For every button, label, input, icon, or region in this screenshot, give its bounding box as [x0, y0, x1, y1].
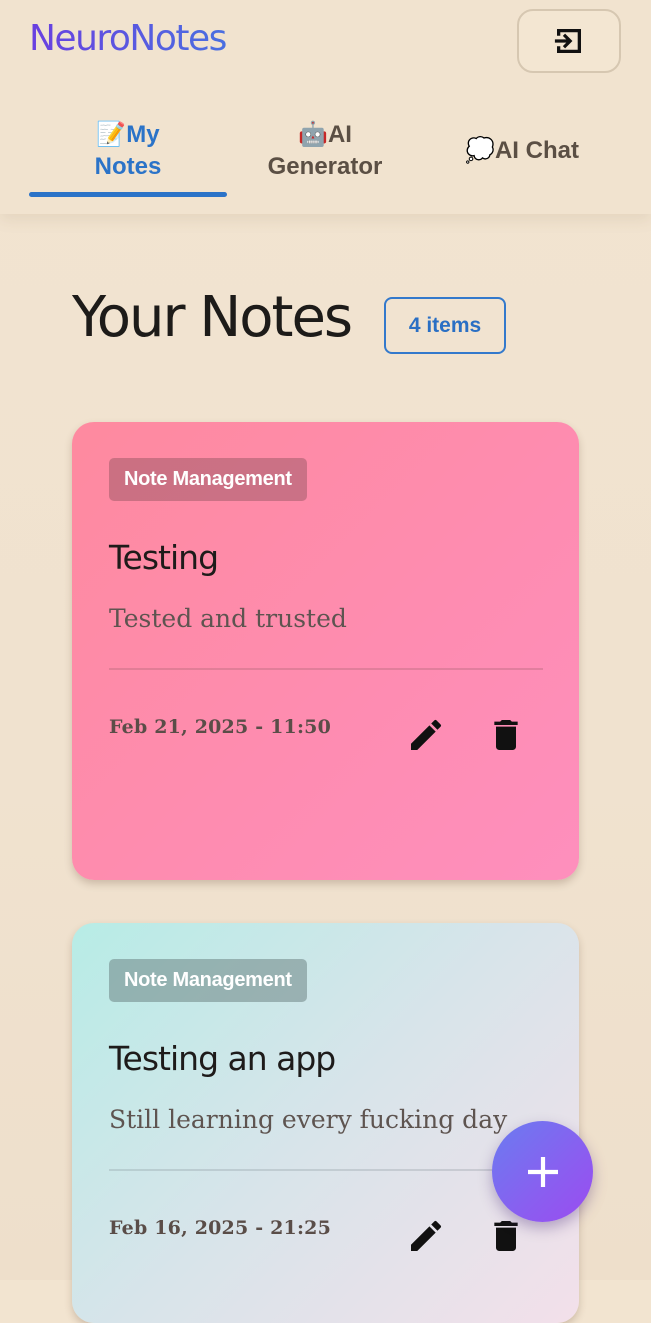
page-title: Your Notes — [72, 285, 353, 350]
logout-icon — [554, 29, 581, 53]
tab-label: My — [126, 121, 160, 148]
tab-ai-generator[interactable]: 🤖AI Generator — [226, 118, 424, 183]
card-divider — [109, 668, 543, 670]
card-divider — [109, 1169, 543, 1171]
tab-label: AI — [327, 121, 352, 148]
app-bar: NeuroNotes 📝My Notes 🤖AI Generator 💭AI C… — [0, 0, 651, 214]
trash-icon — [494, 1221, 518, 1251]
trash-icon — [494, 720, 518, 750]
logout-button[interactable] — [517, 9, 621, 73]
note-timestamp: Feb 21, 2025 - 11:50 — [109, 716, 331, 738]
edit-note-button[interactable] — [404, 1214, 448, 1258]
active-tab-indicator — [29, 192, 227, 197]
delete-note-button[interactable] — [484, 1214, 528, 1258]
tab-my-notes[interactable]: 📝My Notes — [29, 118, 227, 183]
tab-label: AI Chat — [494, 137, 579, 164]
edit-note-button[interactable] — [404, 713, 448, 757]
note-card[interactable]: Note Management Testing an app Still lea… — [72, 923, 579, 1323]
memo-icon: 📝 — [96, 120, 127, 148]
note-card[interactable]: Note Management Testing Tested and trust… — [72, 422, 579, 880]
note-category-tag: Note Management — [109, 959, 307, 1002]
tab-label: Generator — [267, 153, 383, 180]
pencil-icon — [411, 1220, 442, 1251]
item-count-badge: 4 items — [384, 297, 506, 354]
add-note-button[interactable] — [492, 1121, 593, 1222]
note-timestamp: Feb 16, 2025 - 21:25 — [109, 1217, 331, 1239]
tab-bar: 📝My Notes 🤖AI Generator 💭AI Chat — [0, 110, 651, 214]
robot-icon: 🤖 — [298, 120, 328, 148]
delete-note-button[interactable] — [484, 713, 528, 757]
app-title: NeuroNotes — [29, 18, 227, 59]
note-body: Still learning every fucking day — [109, 1105, 508, 1134]
plus-icon — [527, 1156, 558, 1187]
thought-bubble-icon: 💭 — [465, 136, 495, 164]
pencil-icon — [411, 719, 442, 750]
note-body: Tested and trusted — [109, 604, 347, 633]
tab-label: Notes — [94, 153, 162, 180]
note-category-tag: Note Management — [109, 458, 307, 501]
note-title: Testing — [109, 538, 219, 577]
note-title: Testing an app — [109, 1039, 336, 1078]
tab-ai-chat[interactable]: 💭AI Chat — [423, 134, 621, 167]
